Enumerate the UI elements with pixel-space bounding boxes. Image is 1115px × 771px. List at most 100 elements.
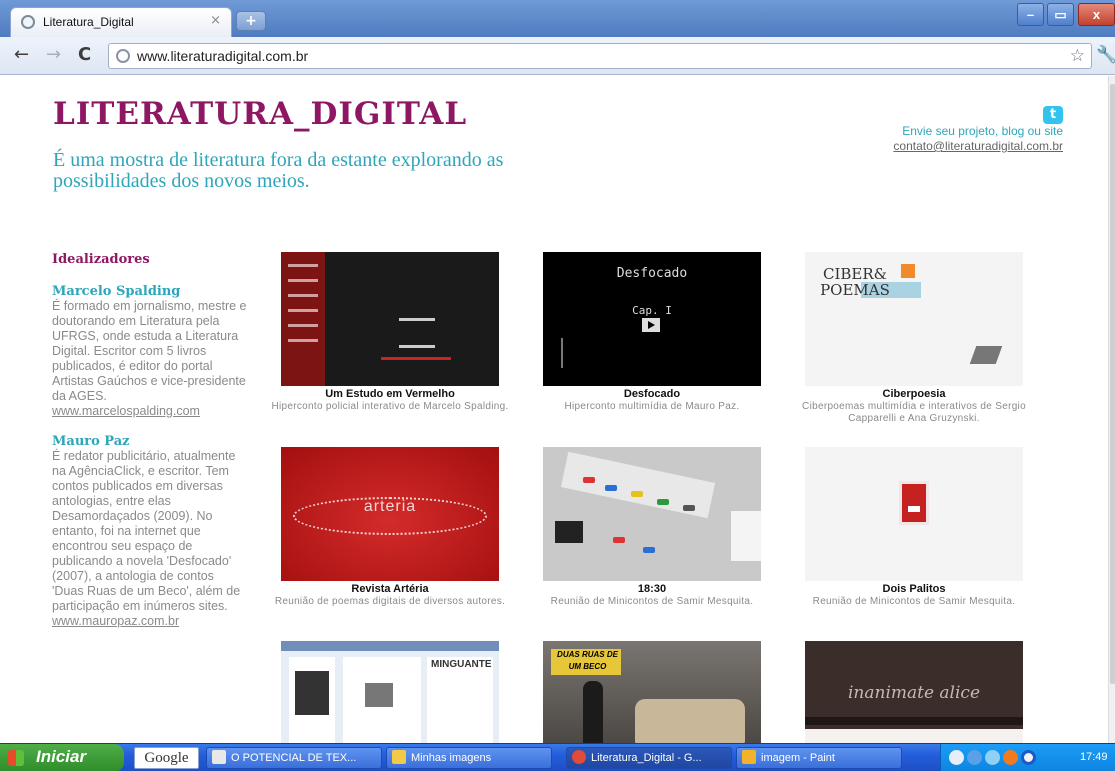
document-icon <box>212 750 226 764</box>
thumb-logo: CIBER& POEMAS <box>820 265 890 299</box>
project-thumbnail[interactable]: DUAS RUAS DE UM BECO <box>543 641 761 743</box>
network-icon[interactable] <box>967 750 982 765</box>
globe-icon <box>21 15 35 29</box>
book-icon <box>969 346 1003 364</box>
project-title[interactable]: Ciberpoesia <box>783 388 1045 400</box>
browser-tab-strip: Literatura_Digital × + – ▭ x <box>0 0 1115 37</box>
author-bio: É formado em jornalismo, mestre e doutor… <box>52 299 247 403</box>
google-search-toolbar[interactable]: Google <box>134 747 199 769</box>
project-card[interactable]: CIBER& POEMAS Ciberpoesia Ciberpoemas mu… <box>783 252 1045 425</box>
close-tab-icon[interactable]: × <box>210 13 221 28</box>
address-bar-url[interactable]: www.literaturadigital.com.br <box>137 48 308 64</box>
start-button[interactable]: Iniciar <box>0 744 124 771</box>
author-block: Marcelo Spalding É formado em jornalismo… <box>52 284 248 419</box>
project-thumbnail[interactable] <box>281 252 499 386</box>
browser-toolbar: ← → C www.literaturadigital.com.br ☆ <box>0 37 1115 75</box>
site-title[interactable]: LITERATURA_DIGITAL <box>53 96 467 132</box>
clock[interactable]: 17:49 <box>1080 751 1108 763</box>
project-title[interactable]: Dois Palitos <box>783 583 1045 595</box>
project-title[interactable]: 18:30 <box>521 583 783 595</box>
project-thumbnail[interactable] <box>805 447 1023 581</box>
paint-icon <box>742 750 756 764</box>
web-page: LITERATURA_DIGITAL É uma mostra de liter… <box>0 76 1115 743</box>
author-website-link[interactable]: www.mauropaz.com.br <box>52 614 248 629</box>
project-thumbnail[interactable]: MINGUANTE <box>281 641 499 743</box>
project-title[interactable]: Desfocado <box>521 388 783 400</box>
windows-logo-icon <box>8 750 24 766</box>
tray-expand-icon[interactable] <box>949 750 964 765</box>
project-thumbnail[interactable]: inanimate alice <box>805 641 1023 743</box>
taskbar-item-label: O POTENCIAL DE TEX... <box>231 752 357 764</box>
tab-title: Literatura_Digital <box>43 15 134 29</box>
taskbar-item-paint[interactable]: imagem - Paint <box>736 747 902 769</box>
taskbar-item-label: Literatura_Digital - G... <box>591 752 702 764</box>
author-name: Marcelo Spalding <box>52 284 181 299</box>
new-tab-button[interactable]: + <box>236 11 266 31</box>
chrome-icon <box>572 750 586 764</box>
project-description: Hiperconto policial interativo de Marcel… <box>271 401 509 412</box>
minimize-button[interactable]: – <box>1017 3 1044 26</box>
sidebar: Idealizadores Marcelo Spalding É formado… <box>52 252 248 644</box>
project-thumbnail[interactable]: arteria <box>281 447 499 581</box>
project-card[interactable]: 18:30 Reunião de Minicontos de Samir Mes… <box>521 447 783 608</box>
browser-tab[interactable]: Literatura_Digital × <box>10 7 232 37</box>
taskbar-item-browser[interactable]: Literatura_Digital - G... <box>566 747 732 769</box>
matchbox-icon <box>899 481 929 525</box>
start-label: Iniciar <box>36 747 87 766</box>
project-card[interactable]: MINGUANTE <box>259 641 521 743</box>
site-tagline: É uma mostra de literatura fora da estan… <box>53 149 504 192</box>
twitter-icon[interactable]: t <box>1043 106 1063 124</box>
update-icon[interactable] <box>1003 750 1018 765</box>
sidebar-heading: Idealizadores <box>52 252 150 267</box>
maximize-button[interactable]: ▭ <box>1047 3 1074 26</box>
taskbar-item-label: imagem - Paint <box>761 752 835 764</box>
thumb-logo: DUAS RUAS DE UM BECO <box>551 649 621 675</box>
project-thumbnail[interactable] <box>543 447 761 581</box>
project-description: Ciberpoemas multimídia e interativos de … <box>802 401 1026 424</box>
thumb-title: Desfocado <box>616 266 688 281</box>
project-card[interactable]: Um Estudo em Vermelho Hiperconto policia… <box>259 252 521 413</box>
play-icon[interactable] <box>642 318 660 332</box>
taskbar-item-label: Minhas imagens <box>411 752 492 764</box>
thumb-logo: arteria <box>363 498 417 515</box>
address-bar[interactable]: www.literaturadigital.com.br ☆ <box>108 43 1092 69</box>
project-card[interactable]: arteria Revista Artéria Reunião de poema… <box>259 447 521 608</box>
project-description: Reunião de Minicontos de Samir Mesquita. <box>812 596 1016 607</box>
thumb-logo: inanimate alice <box>847 683 981 703</box>
taskbar-item-word-document[interactable]: O POTENCIAL DE TEX... <box>206 747 382 769</box>
project-title[interactable]: Revista Artéria <box>259 583 521 595</box>
contact-email-link[interactable]: contato@literaturadigital.com.br <box>893 139 1063 153</box>
project-description: Reunião de poemas digitais de diversos a… <box>274 596 506 607</box>
project-thumbnail[interactable]: Desfocado Cap. I <box>543 252 761 386</box>
page-info-icon[interactable] <box>116 49 130 63</box>
reload-icon[interactable]: C <box>78 45 91 65</box>
author-website-link[interactable]: www.marcelospalding.com <box>52 404 248 419</box>
taskbar: Iniciar Google O POTENCIAL DE TEX... Min… <box>0 743 1115 771</box>
scrollbar-thumb[interactable] <box>1110 84 1115 684</box>
project-thumbnail[interactable]: CIBER& POEMAS <box>805 252 1023 386</box>
taskbar-item-my-pictures[interactable]: Minhas imagens <box>386 747 552 769</box>
back-arrow-icon[interactable]: ← <box>14 45 29 65</box>
project-title[interactable]: Um Estudo em Vermelho <box>259 388 521 400</box>
submit-project-text: Envie seu projeto, blog ou site <box>902 124 1063 138</box>
desktop-screen: Literatura_Digital × + – ▭ x ← → C www.l… <box>0 0 1115 771</box>
project-card[interactable]: Dois Palitos Reunião de Minicontos de Sa… <box>783 447 1045 608</box>
project-card[interactable]: inanimate alice <box>783 641 1045 743</box>
project-card[interactable]: Desfocado Cap. I Desfocado Hiperconto mu… <box>521 252 783 413</box>
author-bio: É redator publicitário, atualmente na Ag… <box>52 449 241 613</box>
project-card[interactable]: DUAS RUAS DE UM BECO <box>521 641 783 743</box>
wrench-icon[interactable]: 🔧 <box>1096 45 1115 65</box>
thumb-logo: MINGUANTE <box>431 659 492 670</box>
forward-arrow-icon[interactable]: → <box>46 45 61 65</box>
antivirus-icon[interactable] <box>1021 750 1036 765</box>
author-block: Mauro Paz É redator publicitário, atualm… <box>52 434 248 629</box>
project-description: Hiperconto multimídia de Mauro Paz. <box>564 401 740 412</box>
close-window-button[interactable]: x <box>1078 3 1115 26</box>
author-name: Mauro Paz <box>52 434 130 449</box>
folder-icon <box>392 750 406 764</box>
thumb-caption: Cap. I <box>632 304 672 317</box>
star-tray-icon[interactable] <box>985 750 1000 765</box>
vertical-scrollbar[interactable] <box>1108 76 1115 743</box>
project-description: Reunião de Minicontos de Samir Mesquita. <box>550 596 754 607</box>
bookmark-star-icon[interactable]: ☆ <box>1070 46 1085 66</box>
